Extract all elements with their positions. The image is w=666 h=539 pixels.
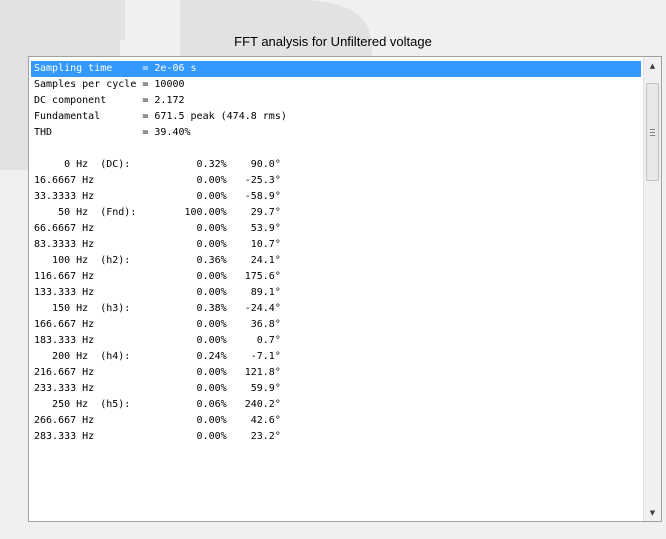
list-item[interactable]: 83.3333 Hz 0.00% 10.7° bbox=[31, 237, 641, 253]
list-item[interactable]: 66.6667 Hz 0.00% 53.9° bbox=[31, 221, 641, 237]
window-title: FFT analysis for Unfiltered voltage bbox=[234, 34, 432, 49]
arrow-up-icon[interactable]: ▲ bbox=[644, 57, 661, 74]
list-item[interactable]: 133.333 Hz 0.00% 89.1° bbox=[31, 285, 641, 301]
list-item[interactable]: Sampling time = 2e-06 s bbox=[31, 61, 641, 77]
list-item[interactable]: 150 Hz (h3): 0.38% -24.4° bbox=[31, 301, 641, 317]
list-item[interactable]: 50 Hz (Fnd): 100.00% 29.7° bbox=[31, 205, 641, 221]
list-item[interactable]: 233.333 Hz 0.00% 59.9° bbox=[31, 381, 641, 397]
list-item[interactable] bbox=[31, 141, 641, 157]
fft-results-lines: Sampling time = 2e-06 s Samples per cycle… bbox=[31, 61, 641, 445]
list-item[interactable]: 0 Hz (DC): 0.32% 90.0° bbox=[31, 157, 641, 173]
fft-results-listbox[interactable]: Sampling time = 2e-06 s Samples per cycle… bbox=[28, 56, 662, 522]
list-item[interactable]: 33.3333 Hz 0.00% -58.9° bbox=[31, 189, 641, 205]
list-item[interactable]: 200 Hz (h4): 0.24% -7.1° bbox=[31, 349, 641, 365]
list-item[interactable]: 283.333 Hz 0.00% 23.2° bbox=[31, 429, 641, 445]
list-item[interactable]: 100 Hz (h2): 0.36% 24.1° bbox=[31, 253, 641, 269]
list-item[interactable]: Fundamental = 671.5 peak (474.8 rms) bbox=[31, 109, 641, 125]
list-item[interactable]: THD = 39.40% bbox=[31, 125, 641, 141]
list-item[interactable]: 183.333 Hz 0.00% 0.7° bbox=[31, 333, 641, 349]
list-item[interactable]: 116.667 Hz 0.00% 175.6° bbox=[31, 269, 641, 285]
list-item[interactable]: 216.667 Hz 0.00% 121.8° bbox=[31, 365, 641, 381]
vertical-scrollbar[interactable]: ▲ ▼ bbox=[643, 57, 661, 521]
list-item[interactable]: DC component = 2.172 bbox=[31, 93, 641, 109]
list-item[interactable]: 266.667 Hz 0.00% 42.6° bbox=[31, 413, 641, 429]
arrow-down-icon[interactable]: ▼ bbox=[644, 504, 661, 521]
list-item[interactable]: 166.667 Hz 0.00% 36.8° bbox=[31, 317, 641, 333]
grip-icon bbox=[650, 128, 655, 136]
scrollbar-thumb[interactable] bbox=[646, 83, 659, 181]
list-item[interactable]: 16.6667 Hz 0.00% -25.3° bbox=[31, 173, 641, 189]
list-item[interactable]: 250 Hz (h5): 0.06% 240.2° bbox=[31, 397, 641, 413]
list-item[interactable]: Samples per cycle = 10000 bbox=[31, 77, 641, 93]
